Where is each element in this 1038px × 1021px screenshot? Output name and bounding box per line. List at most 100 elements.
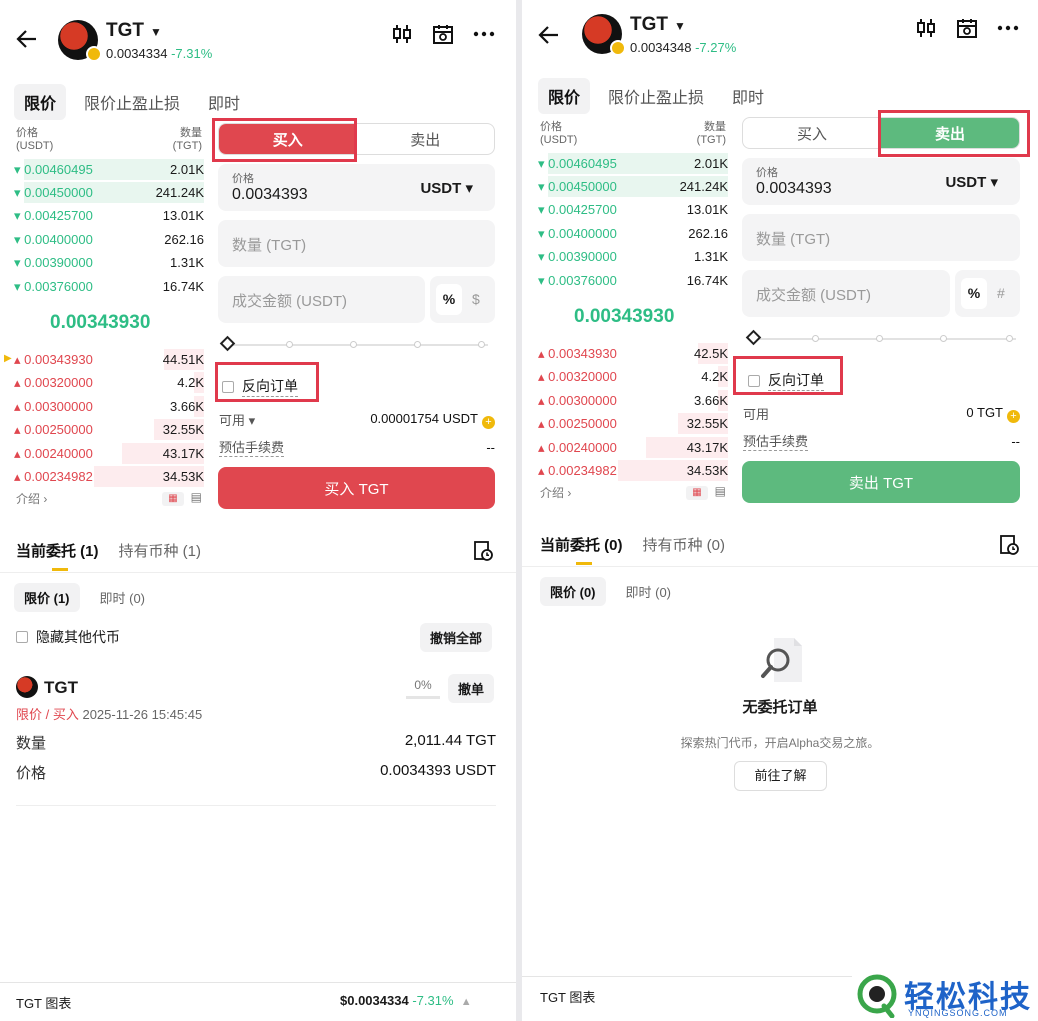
back-arrow-icon[interactable] <box>14 26 40 52</box>
tab-stop-limit[interactable]: 限价止盈止损 <box>74 84 190 120</box>
ask-row[interactable]: ▾ 0.00450000 241.24K <box>14 181 204 204</box>
more-icon[interactable] <box>472 22 496 46</box>
quote-unit-selector[interactable]: USDT ▾ <box>945 173 998 191</box>
ask-row[interactable]: ▾ 0.00400000 262.16 <box>14 228 204 251</box>
more-icon[interactable] <box>996 16 1020 40</box>
intro-link[interactable]: 介绍 › <box>540 484 571 501</box>
symbol-selector[interactable]: TGT ▼ <box>106 20 162 42</box>
ask-row[interactable]: ▾ 0.00460495 2.01K <box>538 152 728 175</box>
tab-stop-limit[interactable]: 限价止盈止损 <box>598 78 714 114</box>
order-history-icon[interactable] <box>472 540 494 562</box>
buy-submit-button[interactable]: 买入 TGT <box>218 467 495 509</box>
sell-panel-screen: TGT ▼ 0.0034348 -7.27% 限价 限价止盈止损 即时 价格 (US… <box>522 0 1038 1021</box>
list-view-icon[interactable]: ▤ <box>191 490 202 504</box>
tab-open-orders[interactable]: 当前委托 (1) <box>16 540 99 571</box>
percent-toggle[interactable]: % <box>436 284 462 315</box>
percent-toggle[interactable]: % <box>961 278 987 309</box>
candlestick-icon[interactable] <box>390 22 414 46</box>
candlestick-icon[interactable] <box>914 16 938 40</box>
orders-subtabs: 限价 (1) 即时 (0) <box>14 583 155 612</box>
bid-row[interactable]: ▴ 0.00343930 42.5K <box>538 342 728 365</box>
bid-row[interactable]: ▴ 0.00240000 43.17K <box>14 442 204 465</box>
token-logo <box>16 676 38 698</box>
symbol-selector[interactable]: TGT ▼ <box>630 14 686 36</box>
quote-unit-selector[interactable]: USDT ▾ <box>420 179 473 197</box>
available-row: 可用 ▾ 0.00001754 USDT + <box>219 410 495 429</box>
token-logo <box>582 14 626 56</box>
price-field[interactable]: 价格 0.0034393 USDT ▾ <box>218 164 495 211</box>
subtab-instant[interactable]: 即时 (0) <box>90 583 156 612</box>
subtab-limit[interactable]: 限价 (1) <box>14 583 80 612</box>
ask-row[interactable]: ▾ 0.00376000 16.74K <box>14 275 204 298</box>
quantity-input[interactable]: 数量 (TGT) <box>756 228 830 249</box>
tab-limit[interactable]: 限价 <box>538 78 591 114</box>
amount-input[interactable]: 成交金额 (USDT) <box>232 290 347 311</box>
intro-link[interactable]: 介绍 › <box>16 490 47 507</box>
bid-row[interactable]: ▴ 0.00240000 43.17K <box>538 436 728 459</box>
add-funds-icon[interactable]: + <box>482 415 495 429</box>
ask-row[interactable]: ▾ 0.00450000 241.24K <box>538 175 728 198</box>
orderbook-header: 价格 (USDT) 数量 (TGT) <box>16 127 202 152</box>
price-field[interactable]: 价格 0.0034393 USDT ▾ <box>742 158 1020 205</box>
currency-toggle[interactable]: $ <box>472 291 480 307</box>
back-arrow-icon[interactable] <box>536 22 562 48</box>
sell-submit-button[interactable]: 卖出 TGT <box>742 461 1020 503</box>
slider-handle[interactable] <box>219 335 236 352</box>
depth-view-icon[interactable]: ▦ <box>161 492 184 506</box>
hide-other-tokens-checkbox[interactable]: 隐藏其他代币 <box>16 627 120 647</box>
ask-row[interactable]: ▾ 0.00376000 16.74K <box>538 269 728 292</box>
fill-progress: 0% <box>406 678 440 699</box>
mid-price: 0.00343930 <box>574 306 675 327</box>
slider-handle[interactable] <box>745 329 762 346</box>
ask-row[interactable]: ▾ 0.00400000 262.16 <box>538 222 728 245</box>
bid-row[interactable]: ▴ 0.00234982 34.53K <box>14 465 204 488</box>
bid-row[interactable]: ▴ 0.00320000 4.2K <box>14 371 204 394</box>
ask-row[interactable]: ▾ 0.00460495 2.01K <box>14 158 204 181</box>
amount-slider[interactable] <box>745 329 1016 346</box>
fee-row: 预估手续费 -- <box>219 437 495 457</box>
caret-down-icon: ▼ <box>150 25 162 39</box>
subtab-limit[interactable]: 限价 (0) <box>540 577 606 606</box>
bid-row[interactable]: ▴ 0.00300000 3.66K <box>538 389 728 412</box>
amount-slider[interactable] <box>219 335 488 352</box>
bid-row[interactable]: ▴ 0.00250000 32.55K <box>538 412 728 435</box>
tab-holdings[interactable]: 持有币种 (0) <box>643 534 726 555</box>
tab-instant[interactable]: 即时 <box>722 78 774 114</box>
ask-row[interactable]: ▾ 0.00390000 1.31K <box>14 251 204 274</box>
bid-row[interactable]: ▴ 0.00234982 34.53K <box>538 459 728 482</box>
learn-more-button[interactable]: 前往了解 <box>734 761 827 791</box>
price-input[interactable]: 0.0034393 <box>232 186 308 204</box>
tab-limit[interactable]: 限价 <box>14 84 67 120</box>
tab-open-orders[interactable]: 当前委托 (0) <box>540 534 623 565</box>
bid-row[interactable]: ▴ 0.00320000 4.2K <box>538 365 728 388</box>
calendar-icon[interactable] <box>955 16 979 40</box>
token-unit-toggle[interactable]: # <box>997 285 1005 301</box>
quantity-input[interactable]: 数量 (TGT) <box>232 234 306 255</box>
tab-instant[interactable]: 即时 <box>198 84 250 120</box>
add-funds-icon[interactable]: + <box>1007 409 1020 423</box>
calendar-icon[interactable] <box>431 22 455 46</box>
cancel-order-button[interactable]: 撤单 <box>448 674 495 703</box>
bid-row[interactable]: ▴ 0.00250000 32.55K <box>14 418 204 441</box>
amount-field[interactable]: 成交金额 (USDT) <box>218 276 425 323</box>
chart-bar[interactable]: TGT 图表 $0.0034334 -7.31% ▲ <box>0 982 516 1020</box>
depth-view-icon[interactable]: ▦ <box>685 486 708 500</box>
ask-row[interactable]: ▾ 0.00425700 13.01K <box>538 198 728 221</box>
bid-row[interactable]: ▴ 0.00300000 3.66K <box>14 395 204 418</box>
bid-row[interactable]: ▴ 0.00343930 44.51K <box>14 348 204 371</box>
subtab-instant[interactable]: 即时 (0) <box>616 577 682 606</box>
tab-holdings[interactable]: 持有币种 (1) <box>119 540 202 561</box>
amount-input[interactable]: 成交金额 (USDT) <box>756 284 871 305</box>
ask-row[interactable]: ▾ 0.00425700 13.01K <box>14 204 204 227</box>
quantity-field[interactable]: 数量 (TGT) <box>742 214 1020 261</box>
ask-row[interactable]: ▾ 0.00390000 1.31K <box>538 245 728 268</box>
price-input[interactable]: 0.0034393 <box>756 180 832 198</box>
order-history-icon[interactable] <box>998 534 1020 556</box>
sell-tab[interactable]: 卖出 <box>357 124 495 154</box>
cancel-all-button[interactable]: 撤销全部 <box>420 623 493 652</box>
amount-field[interactable]: 成交金额 (USDT) <box>742 270 950 317</box>
order-symbol: TGT <box>44 678 78 697</box>
quantity-field[interactable]: 数量 (TGT) <box>218 220 495 267</box>
buy-tab[interactable]: 买入 <box>743 118 881 148</box>
list-view-icon[interactable]: ▤ <box>715 484 726 498</box>
